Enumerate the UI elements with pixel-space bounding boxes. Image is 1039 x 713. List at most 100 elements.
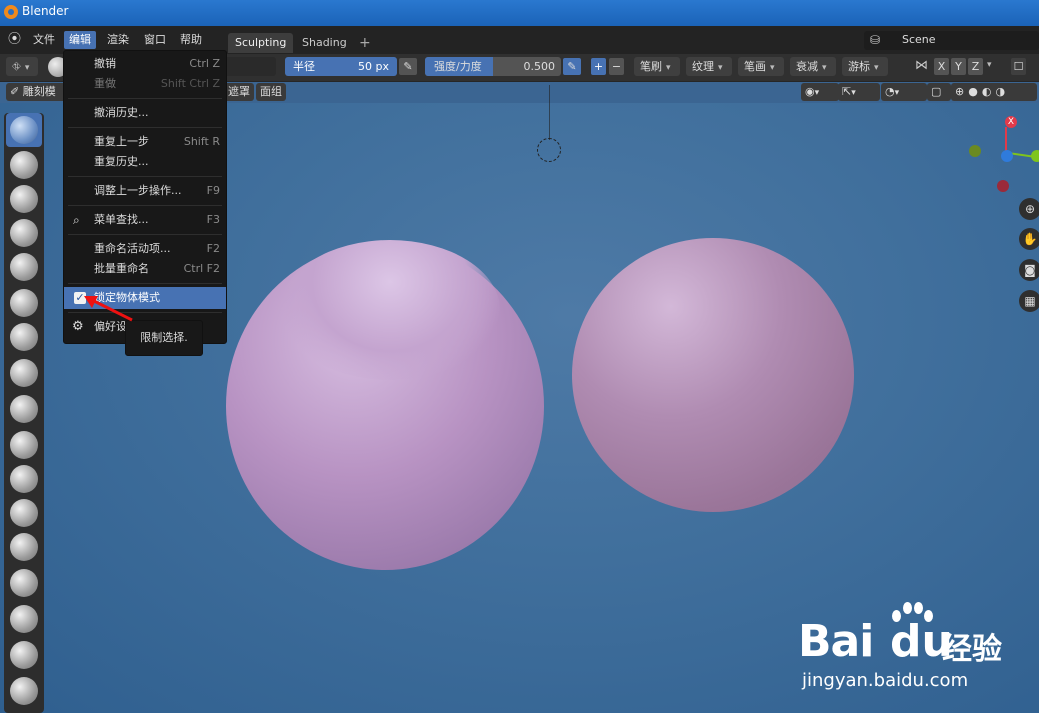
falloff-dropdown[interactable]: 衰减 ▾ <box>790 57 836 76</box>
menu-render[interactable]: 渲染 <box>102 31 134 49</box>
clay-brush-icon[interactable] <box>10 185 38 213</box>
draw-brush-icon[interactable] <box>10 116 38 144</box>
inflate-brush-icon[interactable] <box>10 289 38 317</box>
watermark-cn: 经验 <box>942 632 1002 667</box>
menu-item-label: 菜单查找... <box>94 213 149 226</box>
chevron-down-icon: ▾ <box>666 63 671 73</box>
symmetry-z-toggle[interactable]: Z <box>968 58 983 75</box>
strength-value: 0.500 <box>523 60 556 73</box>
menu-separator <box>68 234 222 235</box>
menu-item-label: 批量重命名 <box>94 262 149 275</box>
gizmo-y-handle[interactable] <box>1031 150 1039 162</box>
menu-item-undo[interactable]: 撤销 Ctrl Z <box>64 53 226 75</box>
menu-item-label: 撤消历史... <box>94 106 149 119</box>
blob-brush-icon[interactable] <box>10 323 38 351</box>
radius-pressure-icon[interactable]: ✎ <box>399 58 417 75</box>
symmetry-x-toggle[interactable]: X <box>934 58 949 75</box>
sculpt-bump <box>280 240 500 380</box>
scene-selector[interactable]: ⛁ Scene <box>864 31 1039 50</box>
material-shading-icon[interactable]: ◐ <box>982 85 996 98</box>
menu-item-redo[interactable]: 重做 Shift Ctrl Z <box>64 73 226 95</box>
solid-shading-icon[interactable]: ● <box>968 85 982 98</box>
perspective-grid-icon[interactable]: ▦ <box>1019 290 1039 312</box>
pose-brush-icon[interactable] <box>10 677 38 705</box>
gizmo-neg-x-handle[interactable] <box>997 180 1009 192</box>
gizmo-neg-y-handle[interactable] <box>969 145 981 157</box>
strength-pressure-icon[interactable]: ✎ <box>563 58 581 75</box>
clay-strips-brush-icon[interactable] <box>10 219 38 247</box>
sphere-object[interactable] <box>572 238 854 512</box>
snake-hook-brush-icon[interactable] <box>10 605 38 633</box>
smooth-brush-icon[interactable] <box>10 395 38 423</box>
subtract-mode-button[interactable]: − <box>609 58 624 75</box>
tab-sculpting[interactable]: Sculpting <box>228 33 294 53</box>
crease-brush-icon[interactable] <box>10 359 38 387</box>
stroke-dropdown[interactable]: 笔画 ▾ <box>738 57 784 76</box>
add-mode-button[interactable]: + <box>591 58 606 75</box>
pinch-brush-icon[interactable] <box>10 533 38 561</box>
annotation-arrow <box>84 296 133 322</box>
shading-mode-buttons[interactable]: ⊕●◐◑ <box>951 83 1037 101</box>
strength-field[interactable]: 强度/力度 0.500 <box>425 57 561 76</box>
fill-brush-icon[interactable] <box>10 465 38 493</box>
chevron-down-icon[interactable]: ▾ <box>987 60 992 70</box>
menu-window[interactable]: 窗口 <box>139 31 171 49</box>
add-workspace-button[interactable]: + <box>352 33 378 53</box>
pan-hand-icon[interactable]: ✋ <box>1019 228 1039 250</box>
radius-field[interactable]: 半径 50 px <box>285 57 397 76</box>
stroke-dropdown-label: 笔画 <box>744 60 766 73</box>
tab-shading[interactable]: Shading <box>295 33 354 53</box>
chevron-down-icon: ▾ <box>874 63 879 73</box>
eye-icon: ◉ <box>805 85 815 98</box>
cursor-dropdown[interactable]: 游标 ▾ <box>842 57 888 76</box>
falloff-dropdown-label: 衰减 <box>796 60 818 73</box>
draw-sharp-brush-icon[interactable] <box>10 151 38 179</box>
brush-dropdown-label: 笔刷 <box>640 60 662 73</box>
menu-item-label: 撤销 <box>94 57 116 70</box>
flatten-brush-icon[interactable] <box>10 431 38 459</box>
menu-item-shortcut: Shift R <box>183 135 220 148</box>
thumb-brush-icon[interactable] <box>10 641 38 669</box>
view-object-types-dropdown[interactable]: ◉▾ <box>801 83 839 101</box>
symmetry-y-toggle[interactable]: Y <box>951 58 966 75</box>
grab-brush-icon[interactable] <box>10 569 38 597</box>
options-checkbox[interactable]: ☐ <box>1011 58 1026 75</box>
menu-file[interactable]: 文件 <box>28 31 60 49</box>
menu-help[interactable]: 帮助 <box>175 31 207 49</box>
menu-item-batch-rename[interactable]: 批量重命名 Ctrl F2 <box>64 258 226 280</box>
tool-mode-dropdown[interactable]: ⛗ ▾ <box>6 57 38 76</box>
gizmo-x-handle[interactable]: X <box>1005 116 1017 128</box>
menu-item-shortcut: Shift Ctrl Z <box>160 77 220 90</box>
scene-icon: ⛁ <box>870 33 881 47</box>
menu-item-menu-search[interactable]: ⌕ 菜单查找... F3 <box>64 209 226 231</box>
rendered-shading-icon[interactable]: ◑ <box>995 85 1009 98</box>
texture-dropdown[interactable]: 纹理 ▾ <box>686 57 732 76</box>
xray-toggle[interactable]: ▢ <box>927 83 951 101</box>
menu-separator <box>68 176 222 177</box>
overlays-toggle[interactable]: ◔▾ <box>881 83 927 101</box>
brush-icon: ✐ <box>10 85 20 98</box>
zoom-icon[interactable]: ⊕ <box>1019 198 1039 220</box>
menu-item-rename-active[interactable]: 重命名活动项... F2 <box>64 238 226 260</box>
brush-dropdown[interactable]: 笔刷 ▾ <box>634 57 680 76</box>
camera-icon[interactable]: ◙ <box>1019 259 1039 281</box>
face-sets-menu[interactable]: 面组 <box>256 83 286 101</box>
menu-item-repeat-history[interactable]: 重复历史... <box>64 151 226 173</box>
wireframe-shading-icon[interactable]: ⊕ <box>955 85 968 98</box>
menu-item-repeat-last[interactable]: 重复上一步 Shift R <box>64 131 226 153</box>
light-icon <box>537 138 561 162</box>
strength-label: 强度/力度 <box>434 60 482 73</box>
menu-edit[interactable]: 编辑 <box>64 31 96 49</box>
menu-item-shortcut: F2 <box>206 242 220 255</box>
scrape-brush-icon[interactable] <box>10 499 38 527</box>
menu-separator <box>68 205 222 206</box>
blender-menu-icon[interactable]: ⦿ <box>8 33 24 47</box>
menu-item-undo-history[interactable]: 撤消历史... <box>64 102 226 124</box>
layer-brush-icon[interactable] <box>10 253 38 281</box>
mask-menu[interactable]: 遮罩 <box>224 83 254 101</box>
menu-item-adjust-last[interactable]: 调整上一步操作... F9 <box>64 180 226 202</box>
gizmo-toggle[interactable]: ⇱▾ <box>838 83 880 101</box>
menu-item-label: 重复上一步 <box>94 135 149 148</box>
gizmo-z-handle[interactable] <box>1001 150 1013 162</box>
chevron-down-icon: ▾ <box>770 63 775 73</box>
